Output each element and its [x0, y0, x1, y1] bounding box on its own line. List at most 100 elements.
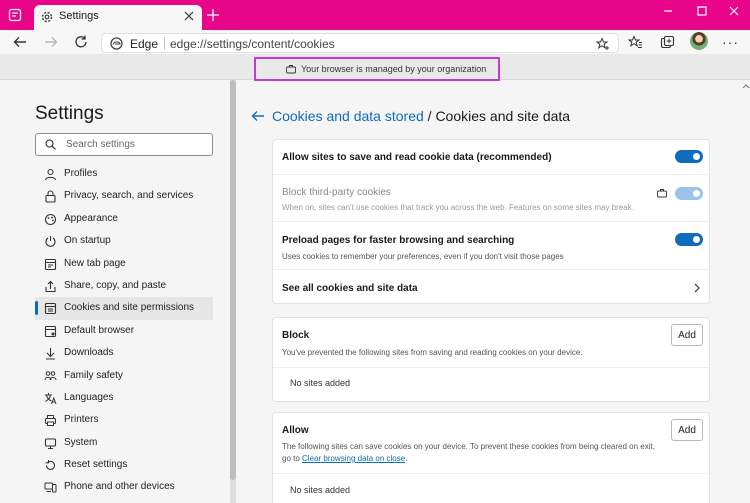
cookie-settings-card: Allow sites to save and read cookie data… — [272, 139, 711, 304]
title-bar: Settings — [0, 0, 750, 30]
chevron-right-icon — [694, 283, 700, 293]
search-icon — [45, 139, 56, 150]
profile-avatar[interactable] — [690, 32, 708, 50]
allow-empty-text: No sites added — [290, 485, 351, 495]
block-third-party-row: Block third-party cookies When on, sites… — [273, 174, 711, 221]
close-tab-icon[interactable] — [184, 11, 194, 21]
profile-icon — [44, 168, 57, 181]
allow-description-text: The following sites can save cookies on … — [282, 442, 655, 451]
maximize-icon[interactable] — [694, 4, 710, 18]
browser-icon — [44, 325, 57, 337]
managed-policy-icon — [657, 189, 667, 198]
sidebar-item-languages[interactable]: Languages — [35, 387, 213, 409]
sidebar-item-privacy[interactable]: Privacy, search, and services — [35, 185, 213, 207]
sidebar-item-downloads[interactable]: Downloads — [35, 342, 213, 364]
search-input[interactable] — [66, 137, 206, 152]
allow-add-button[interactable]: Add — [671, 419, 703, 441]
new-tab-icon — [44, 258, 57, 270]
sidebar-item-profiles[interactable]: Profiles — [35, 163, 213, 185]
sidebar-item-phone-devices[interactable]: Phone and other devices — [35, 476, 213, 498]
sidebar-item-label: New tab page — [64, 257, 126, 269]
sidebar-item-label: Downloads — [64, 347, 114, 359]
new-tab-plus-icon[interactable] — [207, 9, 219, 21]
omnibox-separator — [164, 37, 165, 50]
preload-toggle[interactable] — [675, 233, 703, 246]
sidebar-scroll-thumb[interactable] — [230, 80, 236, 480]
preload-description: Uses cookies to remember your preference… — [282, 252, 564, 261]
family-icon — [44, 370, 57, 380]
sidebar-item-label: Languages — [64, 391, 114, 403]
main-scrollbar[interactable] — [742, 80, 750, 503]
minimize-icon[interactable] — [660, 4, 676, 18]
tab-title: Settings — [59, 10, 99, 22]
sidebar-item-label: Family safety — [64, 369, 123, 381]
sidebar-item-label: On startup — [64, 235, 111, 247]
sidebar-item-on-startup[interactable]: On startup — [35, 230, 213, 252]
see-all-cookies-row[interactable]: See all cookies and site data — [273, 269, 711, 304]
url-text[interactable]: edge://settings/content/cookies — [170, 37, 335, 51]
block-description: You've prevented the following sites fro… — [282, 348, 583, 357]
sidebar-item-reset-settings[interactable]: Reset settings — [35, 454, 213, 476]
allow-cookies-title: Allow sites to save and read cookie data… — [282, 152, 552, 163]
search-box[interactable] — [35, 133, 213, 156]
breadcrumb-parent-link[interactable]: Cookies and data stored — [272, 108, 424, 124]
omnibox-page-name: Edge — [130, 37, 159, 51]
favorites-icon[interactable] — [628, 35, 643, 50]
printer-icon — [45, 415, 56, 427]
power-icon — [45, 236, 56, 247]
sidebar-nav: Profiles Privacy, search, and services A… — [35, 163, 213, 499]
sidebar-item-share-copy-paste[interactable]: Share, copy, and paste — [35, 275, 213, 297]
share-icon — [45, 280, 56, 293]
sidebar-item-new-tab-page[interactable]: New tab page — [35, 253, 213, 275]
collections-icon[interactable] — [660, 35, 675, 50]
active-tab[interactable]: Settings — [34, 5, 202, 30]
sidebar-item-printers[interactable]: Printers — [35, 409, 213, 431]
sidebar-item-label: Profiles — [64, 168, 98, 179]
close-window-icon[interactable] — [726, 4, 742, 18]
clear-browsing-data-link[interactable]: Clear browsing data on close — [302, 454, 405, 463]
toggle-knob — [693, 153, 700, 160]
back-icon[interactable] — [12, 34, 28, 50]
allow-cookies-toggle[interactable] — [675, 150, 703, 163]
reset-icon — [45, 460, 55, 471]
allow-description: The following sites can save cookies on … — [282, 441, 702, 465]
breadcrumb: Cookies and data stored / Cookies and si… — [272, 108, 570, 124]
settings-title: Settings — [35, 103, 104, 124]
allow-title: Allow — [282, 425, 309, 436]
sidebar-item-system[interactable]: System — [35, 432, 213, 454]
refresh-icon[interactable] — [73, 34, 89, 50]
sidebar-item-label: Phone and other devices — [64, 481, 175, 493]
address-bar: Edge edge://settings/content/cookies — [0, 30, 750, 54]
sidebar-item-cookies[interactable]: Cookies and site permissions — [35, 297, 213, 320]
allow-description-end: . — [405, 454, 408, 463]
toggle-knob — [693, 236, 700, 243]
sidebar-item-appearance[interactable]: Appearance — [35, 208, 213, 230]
section-divider — [273, 473, 711, 474]
sidebar-item-label: Printers — [64, 414, 99, 426]
phone-icon — [44, 482, 57, 493]
sidebar-item-label: System — [64, 436, 98, 448]
block-third-party-description: When on, sites can't use cookies that tr… — [282, 203, 634, 212]
tab-actions-icon[interactable] — [8, 8, 22, 22]
sidebar-item-default-browser[interactable]: Default browser — [35, 320, 213, 342]
back-arrow-icon[interactable] — [251, 110, 265, 122]
download-icon — [46, 348, 55, 360]
sidebar-item-label: Share, copy, and paste — [64, 279, 167, 291]
sidebar-item-family-safety[interactable]: Family safety — [35, 365, 213, 387]
add-favorite-icon[interactable] — [596, 37, 610, 51]
scroll-up-icon[interactable] — [742, 82, 750, 92]
allow-section: Allow The following sites can save cooki… — [272, 412, 711, 503]
sidebar-item-label: Default browser — [64, 324, 135, 336]
cookies-icon — [44, 303, 57, 315]
block-third-party-title: Block third-party cookies — [282, 187, 391, 198]
sidebar-item-label: Appearance — [64, 212, 118, 224]
allow-description-go-to: go to — [282, 454, 300, 463]
forward-icon[interactable] — [43, 34, 59, 50]
block-add-button[interactable]: Add — [671, 324, 703, 346]
more-options-icon[interactable]: ··· — [722, 34, 739, 50]
block-third-party-toggle — [675, 187, 703, 200]
omnibox[interactable]: Edge edge://settings/content/cookies — [101, 33, 619, 53]
block-title: Block — [282, 330, 310, 341]
lock-icon — [45, 190, 56, 203]
sidebar-scrollbar[interactable] — [230, 80, 236, 503]
